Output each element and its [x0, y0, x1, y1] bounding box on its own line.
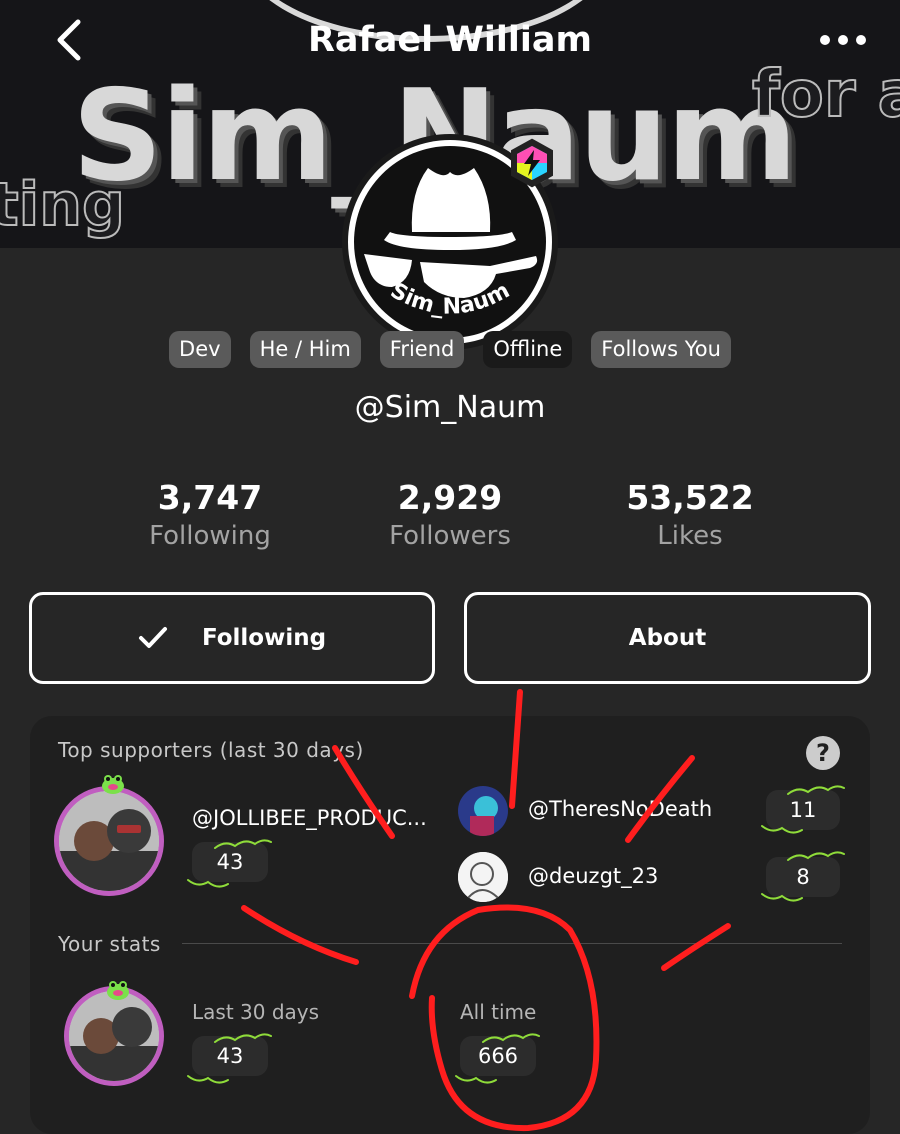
top-supporter-avatar[interactable] — [54, 786, 164, 896]
stat-likes[interactable]: 53,522 Likes — [570, 478, 810, 551]
tag-friend: Friend — [379, 331, 465, 368]
tag-status: Offline — [483, 331, 573, 368]
supporter-avatar[interactable] — [458, 852, 508, 902]
following-button-label: Following — [201, 625, 327, 651]
about-button[interactable]: About — [464, 592, 871, 684]
supporter-name[interactable]: @deuzgt_23 — [528, 864, 658, 888]
last-30-days-value: 43 — [192, 1036, 268, 1076]
lightning-badge-icon — [511, 138, 553, 188]
supporters-card: Top supporters (last 30 days) ? @JOLLIBE… — [30, 716, 870, 1134]
stat-label: Followers — [389, 521, 511, 551]
page-title: Rafael William — [307, 20, 593, 60]
all-time-value: 666 — [460, 1036, 536, 1076]
stat-following[interactable]: 3,747 Following — [90, 478, 330, 551]
stat-value: 53,522 — [626, 478, 754, 517]
ellipsis-icon[interactable] — [815, 22, 875, 58]
following-button[interactable]: Following — [29, 592, 435, 684]
stat-value: 2,929 — [397, 478, 503, 517]
stat-label: Likes — [657, 521, 723, 551]
checkmark-icon — [138, 627, 167, 648]
supporter-photo — [458, 786, 508, 836]
supporter-name[interactable]: @TheresNoDeath — [528, 797, 712, 821]
supporter-avatar[interactable] — [458, 786, 508, 836]
all-time-label: All time — [460, 1000, 537, 1024]
supporter-photo — [458, 852, 508, 902]
your-stats-title: Your stats — [58, 932, 161, 956]
tag-list: Dev He / Him Friend Offline Follows You — [0, 331, 900, 368]
top-supporter-count: 43 — [192, 842, 268, 882]
supporter-count: 11 — [766, 790, 840, 830]
section-divider — [182, 943, 842, 944]
stat-label: Following — [149, 521, 271, 551]
top-supporter-name[interactable]: @JOLLIBEE_PRODUC... — [192, 806, 427, 830]
banner-text-right: for a — [751, 57, 900, 133]
tag-pronouns: He / Him — [249, 331, 361, 368]
frog-badge-icon — [107, 981, 129, 1000]
frog-badge-icon — [102, 775, 124, 794]
supporter-photo — [59, 791, 159, 891]
last-30-days-label: Last 30 days — [192, 1000, 320, 1024]
supporters-title: Top supporters (last 30 days) — [58, 738, 364, 762]
profile-avatar[interactable]: Sim_Naum — [340, 132, 560, 352]
supporter-count: 8 — [766, 857, 840, 897]
username-handle: @Sim_Naum — [354, 390, 546, 425]
your-avatar — [64, 986, 164, 1086]
about-button-label: About — [628, 625, 707, 651]
stat-followers[interactable]: 2,929 Followers — [330, 478, 570, 551]
your-photo — [69, 991, 159, 1081]
stat-value: 3,747 — [157, 478, 263, 517]
tag-dev: Dev — [169, 331, 231, 368]
tag-follows-you: Follows You — [591, 331, 731, 368]
help-icon[interactable]: ? — [806, 736, 840, 770]
